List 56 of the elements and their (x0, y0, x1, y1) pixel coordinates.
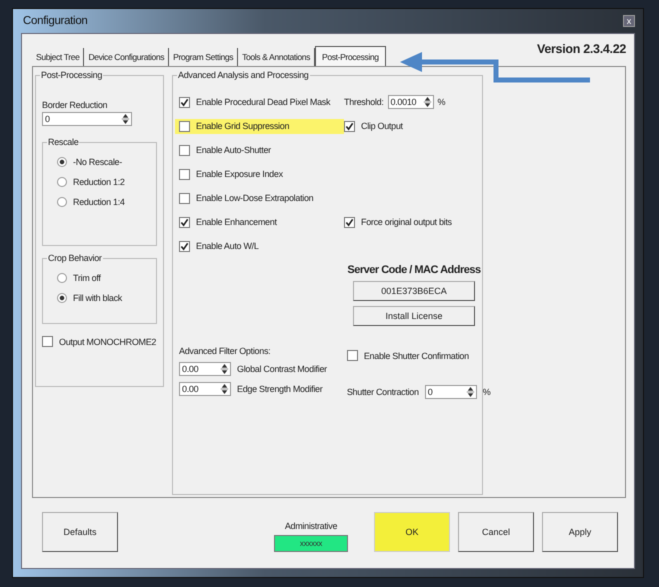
field-label: Threshold: (344, 97, 384, 107)
checkbox[interactable] (179, 216, 190, 228)
checkbox-label: Enable Grid Suppression (196, 121, 290, 131)
unit-label: % (482, 387, 490, 397)
server-code-heading: Server Code / MAC Address (347, 264, 481, 276)
window-title: Configuration (22, 15, 88, 27)
radio-button[interactable] (57, 293, 67, 303)
checkbox[interactable] (179, 120, 190, 132)
field-label: Global Contrast Modifier (237, 364, 327, 374)
checkbox-label: Enable Exposure Index (196, 169, 283, 179)
dialog-button[interactable]: OK (374, 512, 450, 552)
field-label: Shutter Contraction (346, 387, 419, 397)
checkbox-label: Enable Enhancement (196, 217, 277, 227)
radio-button[interactable] (57, 177, 67, 187)
radio-button[interactable] (57, 197, 67, 207)
field-label: Border Reduction (42, 100, 108, 110)
checkbox-label: Clip Output (361, 121, 403, 131)
group-title: Post-Processing (40, 69, 104, 82)
defaults-button[interactable]: Defaults (42, 512, 118, 552)
radio-label: -No Rescale- (73, 157, 122, 167)
checkbox[interactable] (179, 96, 190, 108)
admin-label: Administrative (284, 521, 338, 531)
group-title: Crop Behavior (47, 252, 103, 265)
checkbox-label: Enable Shutter Confirmation (364, 350, 469, 360)
checkbox-label: Force original output bits (361, 217, 452, 227)
tab[interactable]: Post-Processing (315, 46, 386, 66)
checkbox[interactable] (344, 216, 355, 228)
admin-status: xxxxxx (274, 535, 348, 552)
version-label: Version 2.3.4.22 (536, 42, 626, 56)
checkbox-label: Enable Auto W/L (196, 241, 259, 251)
checkbox-label: Output MONOCHROME2 (59, 336, 156, 346)
checkbox-label: Enable Auto-Shutter (196, 145, 271, 155)
checkbox-label: Enable Low-Dose Extrapolation (196, 193, 314, 203)
radio-label: Reduction 1:2 (73, 177, 125, 187)
install-license-button[interactable]: Install License (353, 306, 475, 326)
checkbox-label: Enable Procedural Dead Pixel Mask (196, 97, 330, 107)
dialog-button[interactable]: Cancel (458, 512, 534, 552)
close-button[interactable]: x (623, 15, 635, 27)
checkbox[interactable] (179, 192, 190, 204)
dialog-button[interactable]: Apply (542, 512, 618, 552)
mac-address-button[interactable]: 001E373B6ECA (353, 281, 475, 301)
radio-label: Reduction 1:4 (73, 197, 125, 207)
checkbox[interactable] (42, 336, 53, 347)
filter-options-label: Advanced Filter Options: (179, 346, 272, 356)
unit-label: % (438, 97, 446, 107)
radio-button[interactable] (57, 273, 67, 283)
checkbox[interactable] (344, 120, 355, 132)
checkbox[interactable] (179, 240, 190, 252)
field-label: Edge Strength Modifier (237, 384, 322, 394)
checkbox[interactable] (179, 144, 190, 156)
checkbox[interactable] (346, 350, 358, 361)
group-title: Advanced Analysis and Processing (177, 69, 310, 82)
radio-label: Trim off (73, 273, 101, 283)
checkbox[interactable] (179, 168, 190, 180)
radio-label: Fill with black (73, 293, 122, 303)
radio-button[interactable] (57, 157, 67, 167)
